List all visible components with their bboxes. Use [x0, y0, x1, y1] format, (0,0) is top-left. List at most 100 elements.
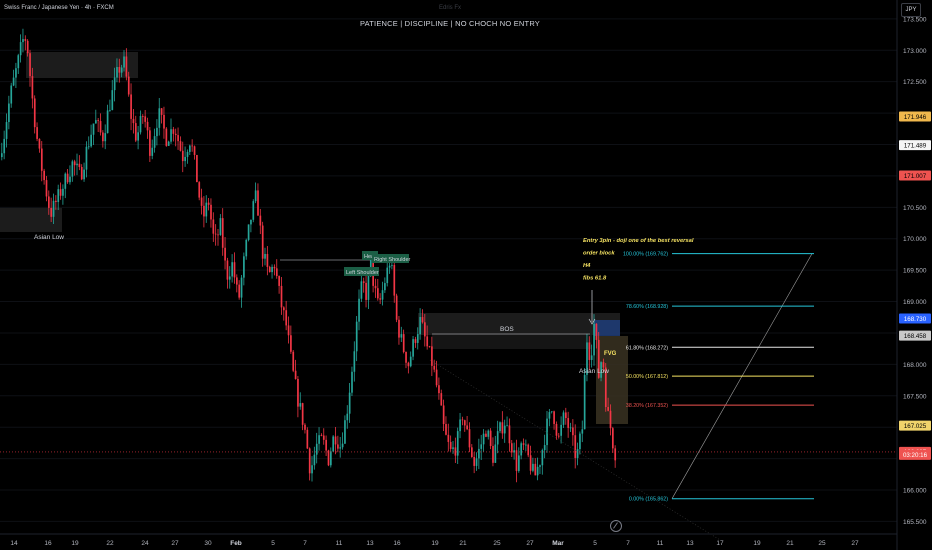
candle-body	[205, 202, 208, 217]
candle-body	[435, 369, 438, 386]
candle-body	[97, 120, 100, 122]
candle-body	[283, 307, 285, 311]
candle-body	[236, 277, 238, 285]
price-tick-label: 172.500	[903, 79, 927, 86]
candle-body	[3, 138, 6, 154]
candle-body	[142, 116, 144, 117]
bos-zone-lower	[432, 335, 592, 349]
candle-body	[252, 201, 255, 220]
candle-body	[268, 266, 271, 273]
candle-body	[8, 103, 10, 123]
asian-low-right-label: Asian Low	[579, 368, 609, 375]
candle-body	[120, 67, 123, 73]
candle-body	[454, 447, 457, 456]
price-label-text: 171.946	[904, 114, 927, 121]
time-tick-label: 13	[686, 540, 694, 547]
candle-body	[456, 431, 459, 456]
currency-button[interactable]: JPY	[901, 3, 921, 17]
candle-body	[104, 133, 107, 142]
time-tick-label: 25	[818, 540, 826, 547]
candle-body	[59, 189, 62, 196]
entry-note-line: Entry 3pin - doji one of the best revers…	[583, 238, 694, 244]
candle-body	[266, 253, 269, 267]
candle-body	[468, 429, 471, 448]
candle-body	[186, 151, 189, 157]
candle-body	[499, 422, 501, 432]
candle-body	[294, 370, 297, 379]
candle-body	[139, 116, 142, 133]
price-label-text: 171.489	[904, 142, 927, 149]
time-tick-label: 21	[459, 540, 467, 547]
candle-body	[377, 288, 379, 299]
candle-body	[431, 346, 433, 366]
candle-body	[416, 334, 419, 343]
candle-body	[292, 351, 295, 371]
candle-body	[62, 188, 64, 196]
candle-body	[557, 435, 560, 437]
candle-body	[400, 334, 403, 338]
candle-body	[339, 447, 342, 449]
candle-body	[527, 444, 530, 456]
candle-body	[496, 431, 499, 445]
candle-body	[33, 98, 36, 128]
candle-body	[181, 150, 184, 162]
candle-body	[156, 127, 158, 137]
candle-body	[360, 281, 363, 299]
candle-body	[609, 410, 612, 429]
candle-body	[52, 200, 55, 217]
candle-body	[407, 362, 410, 367]
candle-body	[189, 145, 191, 152]
candle-body	[374, 285, 377, 289]
candle-body	[85, 146, 88, 170]
candle-body	[78, 163, 81, 168]
candle-body	[466, 425, 468, 430]
entry-note-line: fibs 61.8	[583, 276, 607, 282]
time-tick-label: Mar	[552, 540, 564, 547]
candle-body	[506, 425, 508, 427]
candle-body	[590, 355, 593, 360]
candle-body	[602, 362, 605, 368]
candle-body	[177, 135, 179, 142]
candle-body	[76, 163, 78, 166]
watermark: Edris Fx	[438, 5, 461, 11]
candle-body	[334, 436, 337, 445]
price-label-text: 168.458	[904, 333, 927, 340]
candle-body	[482, 433, 485, 445]
time-tick-label: 7	[303, 540, 307, 547]
time-tick-label: 21	[786, 540, 794, 547]
candle-body	[480, 444, 483, 449]
candle-body	[29, 53, 31, 77]
candle-body	[569, 427, 572, 429]
candle-body	[548, 412, 551, 419]
candle-body	[393, 265, 396, 296]
candle-body	[541, 450, 544, 466]
candle-body	[158, 108, 161, 128]
auto-scale-icon[interactable]	[610, 520, 622, 532]
candle-body	[144, 116, 147, 122]
candle-body	[257, 190, 259, 216]
candle-body	[254, 190, 257, 202]
candle-body	[353, 351, 356, 372]
candle-body	[320, 435, 323, 436]
price-chart[interactable]: 100.00% (169.762) 78.60% (168.928) 61.80% …	[0, 0, 932, 550]
candle-body	[116, 67, 118, 78]
candle-body	[196, 154, 198, 183]
order-block-zone	[594, 320, 620, 336]
candle-body	[217, 234, 219, 236]
candle-body	[238, 284, 241, 298]
time-tick-label: 11	[336, 540, 343, 547]
candle-body	[250, 219, 252, 225]
candle-body	[438, 385, 440, 394]
candle-body	[614, 448, 617, 461]
candle-body	[57, 189, 60, 203]
candle-body	[83, 169, 85, 180]
candle-body	[572, 427, 574, 436]
candle-body	[132, 118, 135, 124]
candle-body	[583, 374, 586, 430]
candle-body	[322, 435, 325, 440]
candle-body	[330, 451, 332, 466]
candle-body	[346, 413, 349, 421]
price-label-text: 171.007	[904, 173, 927, 180]
asian-low-left-label: Asian Low	[34, 234, 64, 241]
candle-body	[543, 445, 546, 451]
